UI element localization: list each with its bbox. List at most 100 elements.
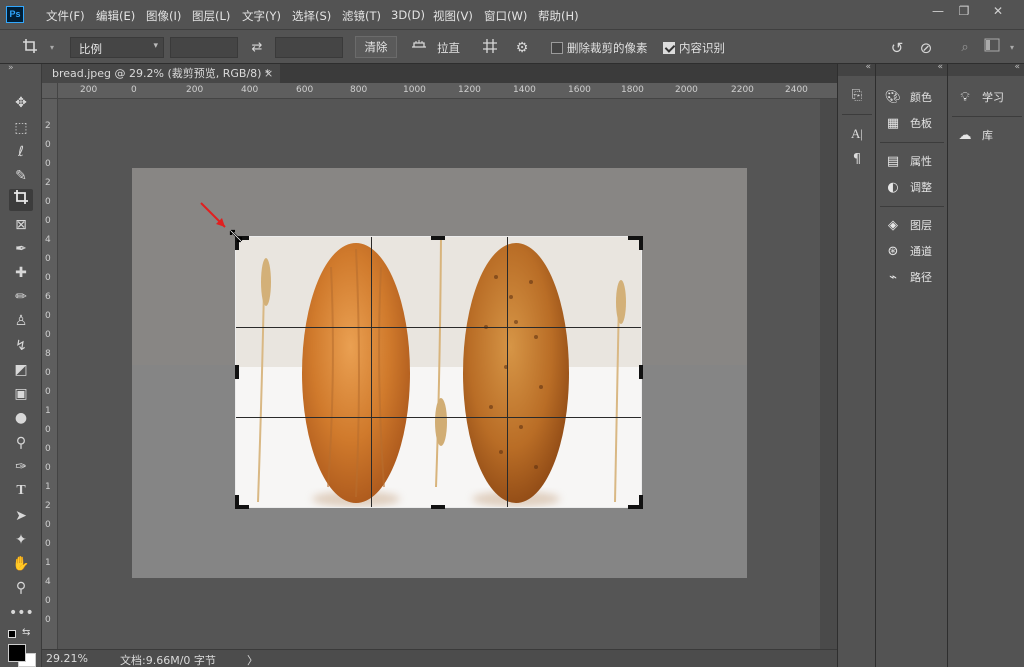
- chevron-down-icon[interactable]: ▾: [42, 38, 62, 58]
- canvas-area[interactable]: [58, 99, 820, 649]
- brush-tool-icon[interactable]: ✏: [9, 286, 33, 308]
- crop-tool-icon[interactable]: [9, 189, 33, 211]
- menu-window[interactable]: 窗口(W): [484, 8, 527, 24]
- swap-colors-icon[interactable]: ⇆: [22, 627, 30, 638]
- vertical-scrollbar[interactable]: [820, 99, 837, 649]
- content-aware-label[interactable]: 内容识别: [679, 40, 725, 56]
- eraser-tool-icon[interactable]: ◩: [9, 359, 33, 381]
- panel-divider: [880, 206, 944, 207]
- healing-brush-tool-icon[interactable]: ✚: [9, 262, 33, 284]
- channels-panel-tab[interactable]: ⊛ 通道: [884, 242, 932, 262]
- content-aware-checkbox[interactable]: [663, 42, 675, 54]
- ratio-select[interactable]: 比例 ▾: [70, 37, 164, 58]
- panel-collapse-bar[interactable]: «: [838, 62, 875, 76]
- horizontal-ruler[interactable]: 200 0 200 400 600 800 1000 1200 1400 1600 1800 2000…: [58, 83, 837, 99]
- menu-image[interactable]: 图像(I): [146, 8, 181, 24]
- blur-tool-icon[interactable]: ●: [9, 407, 33, 429]
- hand-tool-icon[interactable]: ✋: [9, 553, 33, 575]
- menu-3d[interactable]: 3D(D): [391, 8, 425, 22]
- ruler-tick-label: 1600: [568, 85, 591, 95]
- paragraph-panel-icon[interactable]: ¶: [848, 150, 866, 170]
- collapse-icon[interactable]: «: [865, 62, 871, 72]
- gear-icon[interactable]: ⚙: [512, 38, 532, 58]
- adjustments-panel-tab[interactable]: ◐ 调整: [884, 178, 932, 198]
- chevron-down-icon[interactable]: ▾: [1002, 38, 1022, 58]
- crop-height-input[interactable]: [275, 37, 343, 58]
- ruler-origin[interactable]: [42, 83, 58, 99]
- reset-icon[interactable]: ↺: [887, 38, 907, 58]
- vertical-ruler[interactable]: 2 0 0 2 0 0 4 0 0 6 0 0 8 0 0 1 0 0 0 1 2 0 0 1 4 0 0: [42, 99, 58, 649]
- swatches-panel-tab[interactable]: ▦ 色板: [884, 114, 932, 134]
- menu-help[interactable]: 帮助(H): [538, 8, 579, 24]
- crop-handle-bottom-right[interactable]: [639, 495, 643, 509]
- menu-select[interactable]: 选择(S): [292, 8, 331, 24]
- delete-cropped-checkbox[interactable]: [551, 42, 563, 54]
- more-tools-icon[interactable]: •••: [9, 602, 34, 624]
- collapse-icon[interactable]: «: [1014, 62, 1020, 72]
- layers-panel-tab[interactable]: ◈ 图层: [884, 216, 932, 236]
- close-window-button[interactable]: ✕: [984, 1, 1012, 21]
- document-tab[interactable]: bread.jpeg @ 29.2% (裁剪预览, RGB/8) * ×: [42, 64, 280, 83]
- type-tool-icon[interactable]: T: [9, 480, 33, 502]
- collapse-icon[interactable]: »: [8, 63, 14, 73]
- frame-tool-icon[interactable]: ⊠: [9, 214, 33, 236]
- history-panel-icon[interactable]: ⎘: [848, 86, 866, 106]
- zoom-tool-icon[interactable]: ⚲: [9, 577, 33, 599]
- crop-handle-bottom-left[interactable]: [235, 495, 239, 509]
- zoom-level[interactable]: 29.21%: [46, 652, 88, 665]
- menu-filter[interactable]: 滤镜(T): [342, 8, 381, 24]
- clone-stamp-tool-icon[interactable]: ♙: [9, 310, 33, 332]
- swap-icon[interactable]: ⇄: [247, 38, 267, 58]
- search-icon[interactable]: ⌕: [955, 38, 975, 58]
- crop-tool-preset-icon[interactable]: [20, 38, 40, 58]
- gradient-tool-icon[interactable]: ▣: [9, 383, 33, 405]
- crop-width-input[interactable]: [170, 37, 238, 58]
- panel-collapse-bar[interactable]: «: [876, 62, 947, 76]
- learn-panel-tab[interactable]: 💡︎ 学习: [956, 88, 1004, 108]
- menu-layer[interactable]: 图层(L): [192, 8, 230, 24]
- ruler-tick-label: 2: [45, 178, 51, 188]
- properties-panel-tab[interactable]: ▤ 属性: [884, 152, 932, 172]
- resize-cursor-icon: [229, 229, 243, 243]
- lasso-tool-icon[interactable]: ℓ: [9, 141, 33, 163]
- panel-divider: [952, 116, 1022, 117]
- default-colors-icon[interactable]: [8, 630, 16, 638]
- history-brush-tool-icon[interactable]: ↯: [9, 335, 33, 357]
- menu-file[interactable]: 文件(F): [46, 8, 85, 24]
- minimize-button[interactable]: —: [924, 1, 952, 21]
- pen-tool-icon[interactable]: ✑: [9, 456, 33, 478]
- crop-handle-top-right[interactable]: [639, 236, 643, 250]
- paths-panel-tab[interactable]: ⌁ 路径: [884, 268, 932, 288]
- panel-collapse-bar[interactable]: «: [948, 62, 1024, 76]
- color-panel-tab[interactable]: 🎨︎ 颜色: [884, 88, 932, 108]
- libraries-panel-tab[interactable]: ☁ 库: [956, 126, 994, 146]
- collapse-icon[interactable]: «: [937, 62, 943, 72]
- delete-cropped-label[interactable]: 删除裁剪的像素: [567, 40, 648, 56]
- path-select-tool-icon[interactable]: ➤: [9, 505, 33, 527]
- status-menu-arrow[interactable]: 〉: [247, 652, 258, 667]
- crop-box[interactable]: [235, 236, 642, 508]
- character-panel-icon[interactable]: A|: [848, 124, 866, 144]
- crop-handle-top[interactable]: [431, 236, 445, 240]
- crop-handle-right[interactable]: [639, 365, 643, 379]
- straighten-label[interactable]: 拉直: [437, 40, 460, 56]
- menu-edit[interactable]: 编辑(E): [96, 8, 135, 24]
- menu-view[interactable]: 视图(V): [433, 8, 473, 24]
- clear-button[interactable]: 清除: [355, 36, 397, 58]
- menu-type[interactable]: 文字(Y): [242, 8, 281, 24]
- workspace-icon[interactable]: [982, 38, 1002, 58]
- move-tool-icon[interactable]: ✥: [9, 92, 33, 114]
- straighten-icon[interactable]: [409, 38, 429, 58]
- eyedropper-tool-icon[interactable]: ✒: [9, 238, 33, 260]
- quick-select-tool-icon[interactable]: ✎: [9, 165, 33, 187]
- dodge-tool-icon[interactable]: ⚲: [9, 432, 33, 454]
- crop-handle-left[interactable]: [235, 365, 239, 379]
- crop-handle-bottom[interactable]: [431, 505, 445, 509]
- foreground-color-swatch[interactable]: [8, 644, 26, 662]
- close-tab-icon[interactable]: ×: [264, 64, 273, 83]
- restore-button[interactable]: ❐: [950, 1, 978, 21]
- cancel-icon[interactable]: ⊘: [916, 38, 936, 58]
- marquee-tool-icon[interactable]: ⬚: [9, 117, 33, 139]
- overlay-grid-icon[interactable]: [480, 38, 500, 58]
- custom-shape-tool-icon[interactable]: ✦: [9, 529, 33, 551]
